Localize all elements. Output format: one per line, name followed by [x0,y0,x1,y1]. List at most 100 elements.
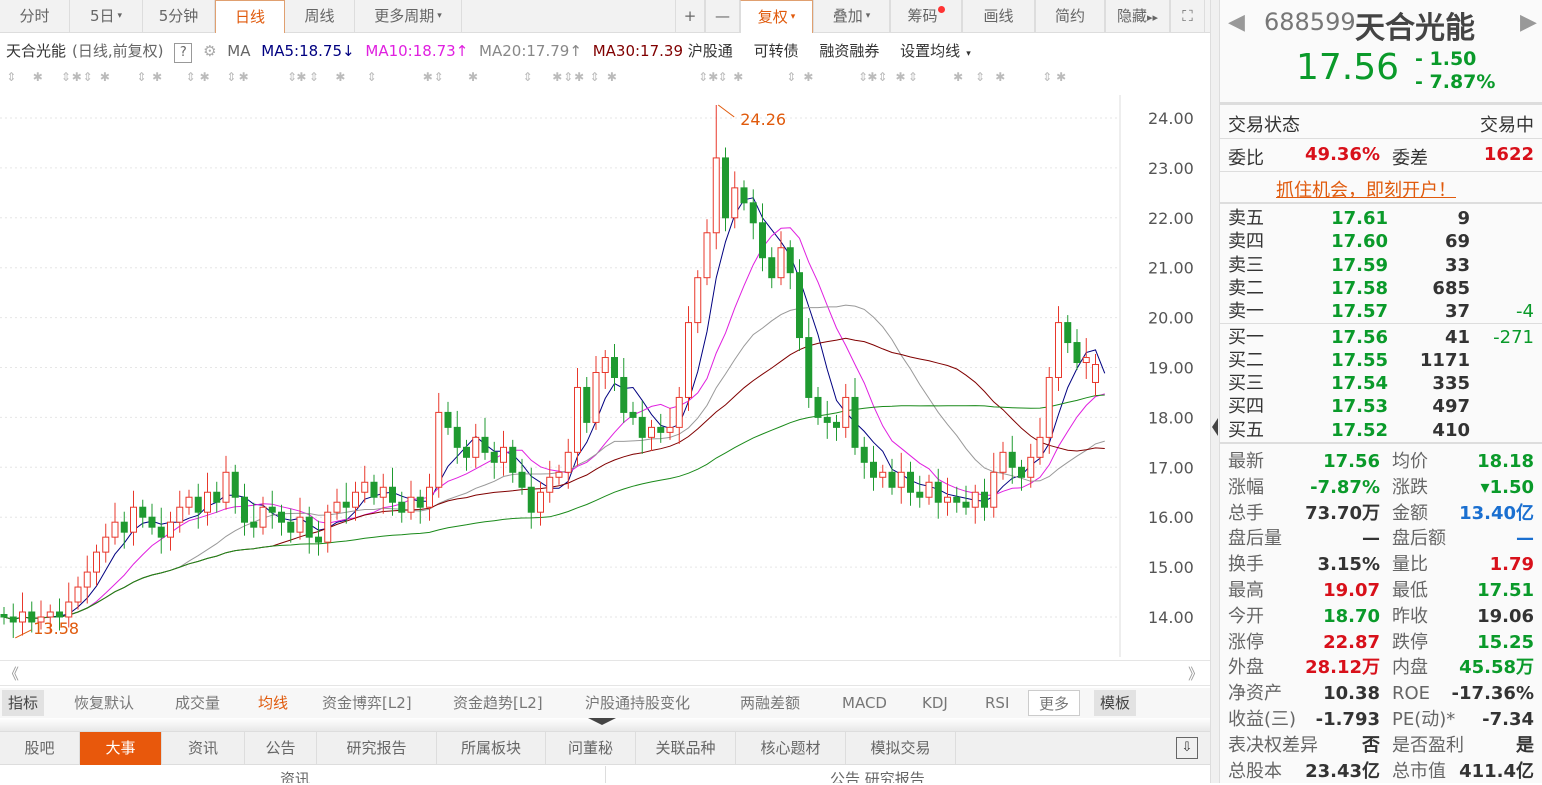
help-button[interactable]: ? [174,43,193,63]
event-marker-icon[interactable]: ✱ [200,70,210,84]
event-marker-icon[interactable]: ⇕ [590,70,600,84]
indicator-tab-11[interactable]: 更多 [1028,690,1081,716]
panel-splitter[interactable] [0,718,1210,731]
event-marker-icon[interactable]: ✱ [803,70,813,84]
event-marker-icon[interactable]: ✱ [152,70,162,84]
chips-button[interactable]: 筹码 [890,0,962,33]
next-stock-arrow-icon[interactable]: ▶ [1520,10,1537,35]
bottom-tab-3[interactable]: 公告 [245,732,317,765]
event-marker-icon[interactable]: ✱ [574,70,584,84]
zoom-in-button[interactable]: + [675,0,705,33]
event-marker-icon[interactable]: ⇕ [878,70,888,84]
bottom-tab-1[interactable]: 大事 [80,732,162,765]
event-marker-icon[interactable]: ✱ [296,70,306,84]
indicator-tab-1[interactable]: 恢复默认 [74,690,134,716]
indicator-tab-9[interactable]: KDJ [922,690,948,716]
indicator-tab-6[interactable]: 沪股通持股变化 [585,690,690,716]
period-tab-1[interactable]: 5日 ▾ [70,0,143,33]
indicator-tab-10[interactable]: RSI [985,690,1009,716]
collapse-triangle-icon[interactable] [588,718,616,725]
indicator-tab-7[interactable]: 两融差额 [740,690,800,716]
bottom-tab-9[interactable]: 模拟交易 [846,732,956,765]
sell-level-row[interactable]: 卖二 17.58 685 [1228,277,1528,300]
prev-stock-arrow-icon[interactable]: ◀ [1228,10,1245,35]
bottom-tab-6[interactable]: 问董秘 [546,732,636,765]
indicator-tab-2[interactable]: 成交量 [175,690,220,716]
event-marker-icon[interactable]: ⇕ [563,70,573,84]
adjust-button[interactable]: 复权 ▾ [740,0,813,33]
panel-divider[interactable] [1210,0,1220,783]
hide-button[interactable]: 隐藏▸▸ [1105,0,1170,33]
fullscreen-button[interactable]: ⛶ [1170,0,1205,33]
link-margin[interactable]: 融资融券 [819,42,879,60]
bottom-tab-8[interactable]: 核心题材 [736,732,846,765]
event-marker-icon[interactable]: ✱ [468,70,478,84]
event-marker-icon[interactable]: ⇕ [908,70,918,84]
event-marker-icon[interactable]: ⇕ [434,70,444,84]
event-marker-icon[interactable]: ✱ [33,70,43,84]
indicator-tab-4[interactable]: 资金博弈[L2] [322,690,412,716]
event-marker-icon[interactable]: ✱ [733,70,743,84]
event-marker-icon[interactable]: ✱ [100,70,110,84]
indicator-tab-5[interactable]: 资金趋势[L2] [453,690,543,716]
period-tab-2[interactable]: 5分钟 [143,0,215,33]
event-marker-icon[interactable]: ⇕ [61,70,71,84]
overlay-button[interactable]: 叠加 ▾ [813,0,890,33]
zoom-out-button[interactable]: — [705,0,740,33]
indicator-tab-3[interactable]: 均线 [258,690,288,716]
sell-level-row[interactable]: 卖五 17.61 9 [1228,207,1528,230]
buy-level-row[interactable]: 买一 17.56 41 -271 [1228,326,1534,349]
event-marker-icon[interactable]: ⇕ [1042,70,1052,84]
candlestick-chart[interactable]: 24.00 23.00 22.00 21.00 20.00 19.00 18.00 17.00… [0,95,1210,657]
indicator-tab-8[interactable]: MACD [842,690,887,716]
event-marker-icon[interactable]: ⇕ [137,70,147,84]
buy-level-row[interactable]: 买四 17.53 497 [1228,395,1528,418]
link-convertible[interactable]: 可转债 [754,42,799,60]
buy-level-row[interactable]: 买二 17.55 1171 [1228,349,1528,372]
buy-level-row[interactable]: 买三 17.54 335 [1228,372,1528,395]
event-marker-icon[interactable]: ⇕ [367,70,377,84]
event-marker-icon[interactable]: ⇕ [523,70,533,84]
event-marker-icon[interactable]: ⇕ [309,70,319,84]
bottom-tab-4[interactable]: 研究报告 [317,732,437,765]
event-marker-icon[interactable]: ⇕ [698,70,708,84]
download-icon[interactable]: ⇩ [1176,737,1198,759]
sell-level-row[interactable]: 卖四 17.60 69 [1228,230,1528,253]
bottom-tab-5[interactable]: 所属板块 [437,732,546,765]
event-marker-icon[interactable]: ✱ [867,70,877,84]
draw-button[interactable]: 画线 [962,0,1035,33]
event-marker-icon[interactable]: ✱ [72,70,82,84]
event-marker-icon[interactable]: ✱ [995,70,1005,84]
bottom-tab-7[interactable]: 关联品种 [636,732,736,765]
event-marker-icon[interactable]: ✱ [423,70,433,84]
sell-level-row[interactable]: 卖三 17.59 33 [1228,254,1528,277]
event-marker-icon[interactable]: ⇕ [6,70,16,84]
period-tab-3[interactable]: 日线 [215,0,285,33]
settings-gear-icon[interactable]: ⚙ [203,42,216,60]
open-account-link[interactable]: 抓住机会，即刻开户！ [1276,176,1456,202]
event-marker-icon[interactable]: ✱ [552,70,562,84]
event-marker-icon[interactable]: ✱ [335,70,345,84]
period-tab-4[interactable]: 周线 [285,0,355,33]
indicator-tab-0[interactable]: 指标 [2,690,45,716]
scroll-left-button[interactable]: 《 [4,663,19,684]
event-marker-icon[interactable]: ⇕ [786,70,796,84]
event-marker-icon[interactable]: ⇕ [975,70,985,84]
event-marker-icon[interactable]: ⇕ [226,70,236,84]
event-marker-icon[interactable]: ✱ [607,70,617,84]
bottom-tab-0[interactable]: 股吧 [0,732,80,765]
bottom-tab-2[interactable]: 资讯 [162,732,245,765]
indicator-tab-12[interactable]: 模板 [1094,690,1137,716]
buy-level-row[interactable]: 买五 17.52 410 [1228,419,1528,442]
event-marker-icon[interactable]: ⇕ [186,70,196,84]
event-marker-icon[interactable]: ✱ [895,70,905,84]
link-hkconnect[interactable]: 沪股通 [688,42,733,60]
event-marker-icon[interactable]: ✱ [1056,70,1066,84]
simple-button[interactable]: 简约 [1035,0,1105,33]
scroll-right-button[interactable]: 》 [1188,663,1203,684]
set-ma-button[interactable]: 设置均线 ▾ [900,42,977,60]
collapse-arrow-icon[interactable] [1212,418,1218,436]
event-marker-icon[interactable]: ✱ [239,70,249,84]
period-tab-0[interactable]: 分时 [0,0,70,33]
event-marker-icon[interactable]: ⇕ [718,70,728,84]
